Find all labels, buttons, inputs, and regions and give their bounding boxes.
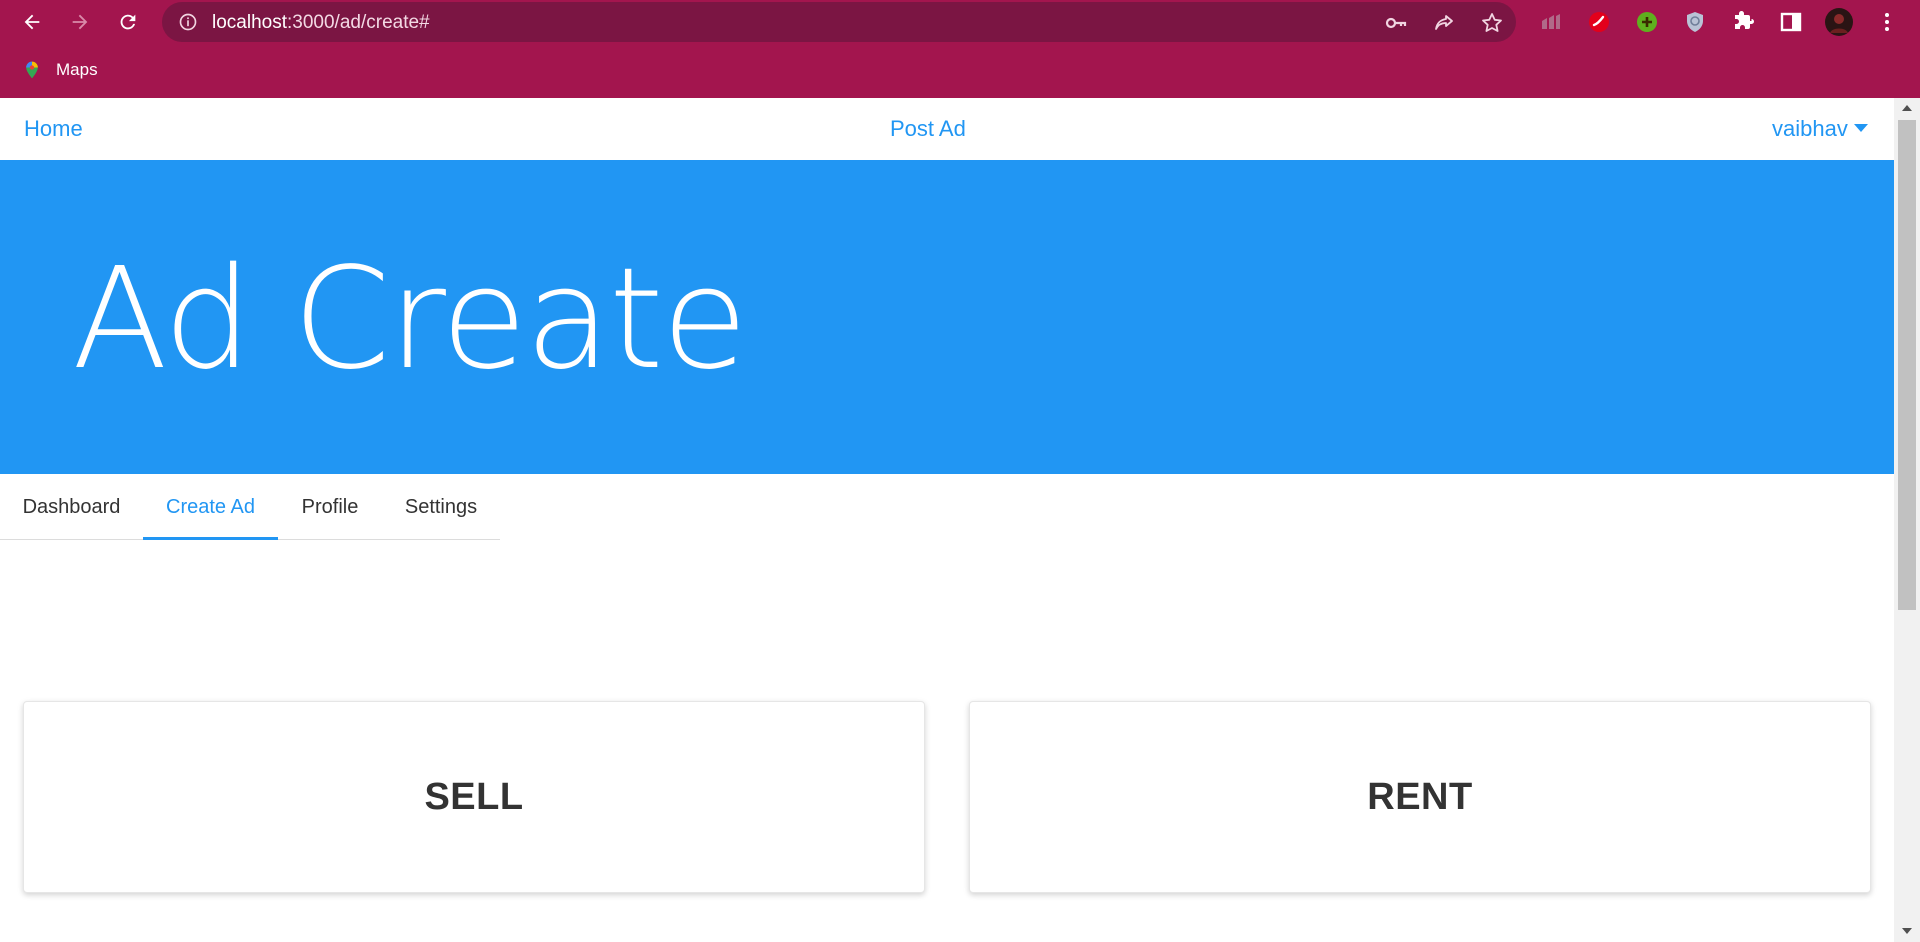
address-bar[interactable]: localhost:3000/ad/create# — [162, 2, 1516, 42]
reload-icon — [120, 14, 136, 30]
scroll-up-arrow-icon[interactable] — [1902, 105, 1912, 111]
tab-settings[interactable]: Settings — [382, 474, 500, 540]
maps-pin-icon — [26, 61, 38, 79]
back-arrow-icon — [24, 14, 40, 30]
key-icon[interactable] — [1384, 11, 1408, 35]
bookmark-star-icon[interactable] — [1480, 11, 1504, 35]
green-plus-extension-icon[interactable] — [1633, 8, 1661, 36]
sell-card-label: SELL — [424, 775, 524, 818]
profile-avatar[interactable] — [1825, 8, 1853, 36]
tab-dashboard[interactable]: Dashboard — [0, 474, 143, 540]
sell-card[interactable]: SELL — [23, 701, 925, 893]
dashboard-tabs: Dashboard Create Ad Profile Settings — [0, 474, 500, 540]
vertical-scrollbar[interactable] — [1894, 98, 1920, 942]
share-icon[interactable] — [1432, 11, 1456, 35]
rent-card[interactable]: RENT — [969, 701, 1871, 893]
scrollbar-thumb[interactable] — [1898, 120, 1916, 610]
page-title: Ad Create — [72, 238, 748, 401]
analytics-extension-icon[interactable] — [1537, 8, 1565, 36]
reload-button[interactable] — [112, 6, 144, 38]
top-navigation: Home Post Ad vaibhav — [0, 98, 1894, 160]
bookmark-maps[interactable]: Maps — [22, 58, 98, 82]
forward-button[interactable] — [64, 6, 96, 38]
caret-down-icon — [1853, 124, 1868, 132]
browser-chrome: localhost:3000/ad/create# Maps — [0, 0, 1920, 98]
side-panel-icon[interactable] — [1777, 8, 1805, 36]
bookmarks-bar: Maps — [0, 50, 1920, 90]
back-button[interactable] — [16, 6, 48, 38]
bookmark-label: Maps — [56, 60, 98, 79]
page-viewport: Home Post Ad vaibhav Ad Create Dashboard… — [0, 98, 1920, 942]
nav-post-ad-link[interactable]: Post Ad — [890, 116, 966, 142]
nav-home-link[interactable]: Home — [24, 116, 83, 142]
hero-banner: Ad Create — [0, 160, 1894, 474]
tab-create-ad[interactable]: Create Ad — [143, 474, 278, 540]
url-text: localhost:3000/ad/create# — [212, 12, 430, 33]
tab-profile[interactable]: Profile — [278, 474, 382, 540]
red-extension-icon[interactable] — [1585, 8, 1613, 36]
rent-card-label: RENT — [1367, 775, 1473, 818]
info-icon[interactable] — [178, 12, 198, 32]
forward-arrow-icon — [72, 14, 88, 30]
extensions-puzzle-icon[interactable] — [1729, 8, 1757, 36]
browser-toolbar: localhost:3000/ad/create# — [0, 0, 1920, 44]
scroll-down-arrow-icon[interactable] — [1902, 928, 1912, 934]
user-name: vaibhav — [1772, 116, 1848, 141]
browser-menu-icon[interactable] — [1873, 8, 1901, 36]
user-dropdown[interactable]: vaibhav — [1772, 116, 1868, 142]
shield-extension-icon[interactable] — [1681, 8, 1709, 36]
